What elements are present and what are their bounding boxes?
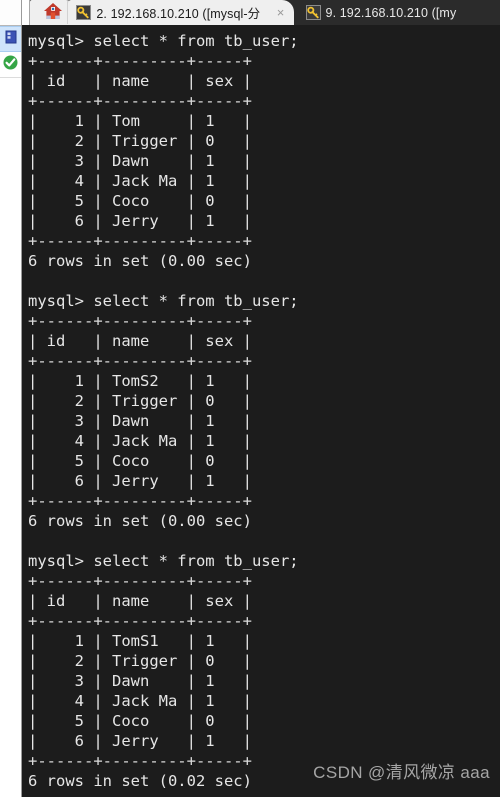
table-row: | 1 | TomS1 | 1 | [28,632,252,650]
watermark: CSDN @清风微凉 aaa [313,763,490,782]
table-row: | 4 | Jack Ma | 1 | [28,432,252,450]
table-row: | 3 | Dawn | 1 | [28,672,252,690]
table-header-row: | id | name | sex | [28,332,252,350]
table-row: | 3 | Dawn | 1 | [28,412,252,430]
terminal-output[interactable]: mysql> select * from tb_user; +------+--… [22,25,500,797]
table-rule: +------+---------+-----+ [28,612,252,630]
table-rule: +------+---------+-----+ [28,572,252,590]
table-row: | 4 | Jack Ma | 1 | [28,172,252,190]
table-row: | 5 | Coco | 0 | [28,712,252,730]
sidebar-item-connected-status[interactable] [0,52,21,78]
table-header-row: | id | name | sex | [28,72,252,90]
key-icon [305,5,321,20]
tab-session-2[interactable]: 2. 192.168.10.210 ([mysql-分 × [68,0,294,25]
table-rule: +------+---------+-----+ [28,492,252,510]
sidebar-item-session-manager[interactable] [0,0,21,26]
tab-bar: 2. 192.168.10.210 ([mysql-分 × 9. 192.168… [0,0,500,25]
table-row: | 5 | Coco | 0 | [28,452,252,470]
terminal-prompt-line: mysql> select * from tb_user; [28,552,299,570]
tab-label: 9. 192.168.10.210 ([my [325,5,457,20]
table-row: | 6 | Jerry | 1 | [28,732,252,750]
terminal-window: 2. 192.168.10.210 ([mysql-分 × 9. 192.168… [0,0,500,797]
table-row: | 6 | Jerry | 1 | [28,472,252,490]
table-row: | 2 | Trigger | 0 | [28,392,252,410]
terminal-prompt-line: mysql> select * from tb_user; [28,292,299,310]
terminal-prompt-line: mysql> select * from tb_user; [28,32,299,50]
table-rule: +------+---------+-----+ [28,312,252,330]
table-row: | 6 | Jerry | 1 | [28,212,252,230]
table-row: | 3 | Dawn | 1 | [28,152,252,170]
table-rule: +------+---------+-----+ [28,232,252,250]
server-icon [5,30,17,49]
key-icon [76,5,92,20]
session-sidebar[interactable] [0,0,22,797]
result-status-line: 6 rows in set (0.00 sec) [28,512,252,530]
table-rule: +------+---------+-----+ [28,352,252,370]
sidebar-empty-area [0,78,21,797]
table-row: | 2 | Trigger | 0 | [28,652,252,670]
table-rule: +------+---------+-----+ [28,52,252,70]
result-status-line: 6 rows in set (0.00 sec) [28,252,252,270]
connected-status-icon [3,55,18,75]
table-row: | 5 | Coco | 0 | [28,192,252,210]
home-icon [43,2,63,23]
table-row: | 1 | Tom | 1 | [28,112,252,130]
table-row: | 4 | Jack Ma | 1 | [28,692,252,710]
tab-session-9[interactable]: 9. 192.168.10.210 ([my [298,0,500,25]
tab-label: 2. 192.168.10.210 ([mysql-分 [96,7,261,21]
close-icon[interactable]: × [274,6,288,20]
sidebar-item-server[interactable] [0,26,21,52]
table-rule: +------+---------+-----+ [28,92,252,110]
table-header-row: | id | name | sex | [28,592,252,610]
table-row: | 2 | Trigger | 0 | [28,132,252,150]
table-row: | 1 | TomS2 | 1 | [28,372,252,390]
